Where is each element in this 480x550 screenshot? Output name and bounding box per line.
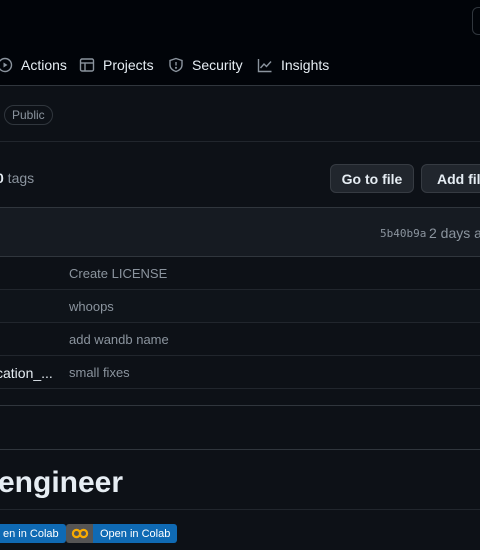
commit-age: 2 days ago <box>429 225 480 241</box>
tags-link[interactable]: 0 tags <box>0 170 34 186</box>
tab-projects-label: Projects <box>103 57 154 73</box>
go-to-file-button[interactable]: Go to file <box>330 164 414 193</box>
colab-logo-icon <box>66 524 93 543</box>
commit-message-link[interactable]: Create LICENSE <box>69 266 167 281</box>
global-header <box>0 0 480 44</box>
file-row[interactable]: whoops <box>0 290 480 323</box>
open-in-colab-badge[interactable]: en in Colab <box>0 524 66 543</box>
open-in-colab-badge[interactable]: Open in Colab <box>66 524 178 543</box>
visibility-badge: Public <box>4 105 53 125</box>
readme-header <box>0 405 480 450</box>
file-row[interactable]: Create LICENSE <box>0 257 480 290</box>
file-row[interactable]: add wandb name <box>0 323 480 356</box>
latest-commit-bar: 5b40b9a 2 days ago <box>0 207 480 257</box>
divider <box>0 141 480 142</box>
commit-message-link[interactable]: whoops <box>69 299 114 314</box>
badge-label: en in Colab <box>0 524 66 543</box>
tags-label: tags <box>3 170 35 186</box>
tab-actions-label: Actions <box>21 57 67 73</box>
readme-title: engineer <box>0 466 124 499</box>
tab-projects[interactable]: Projects <box>79 44 154 86</box>
shield-icon <box>169 57 183 73</box>
tab-insights-label: Insights <box>281 57 330 73</box>
badge-label: Open in Colab <box>93 524 178 543</box>
header-menu-button[interactable] <box>472 7 480 35</box>
file-name-link[interactable]: cation_... <box>0 365 53 381</box>
readme-divider <box>0 509 480 510</box>
commit-message-link[interactable]: small fixes <box>69 365 130 380</box>
tab-insights[interactable]: Insights <box>257 44 329 86</box>
add-file-button[interactable]: Add file <box>421 164 480 193</box>
tab-security[interactable]: Security <box>168 44 243 86</box>
commit-sha-link[interactable]: 5b40b9a <box>380 227 426 240</box>
tab-security-label: Security <box>192 57 243 73</box>
play-circle-icon <box>0 57 13 73</box>
graph-icon <box>257 59 272 73</box>
file-row[interactable]: cation_... small fixes <box>0 356 480 389</box>
repo-nav: Actions Projects Security Insights <box>0 44 480 86</box>
tab-actions[interactable]: Actions <box>0 44 67 86</box>
commit-message-link[interactable]: add wandb name <box>69 332 169 347</box>
table-icon <box>79 58 95 72</box>
